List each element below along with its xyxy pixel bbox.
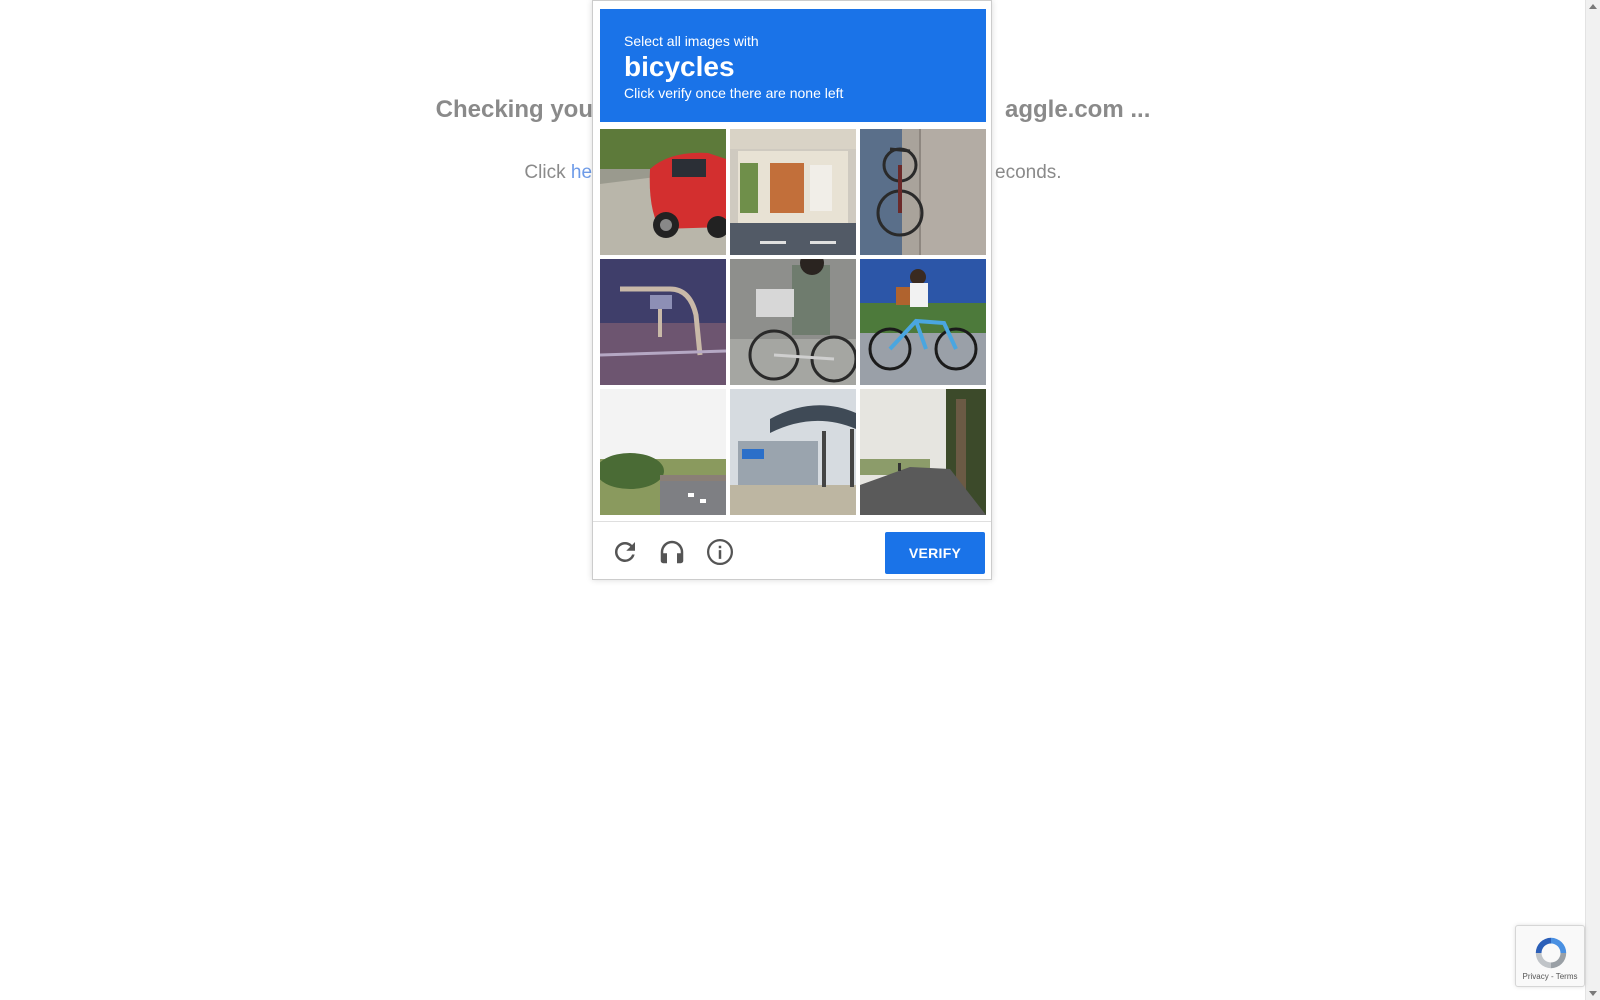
target-keyword: bicycles (624, 51, 735, 82)
recaptcha-logo-icon (1535, 937, 1567, 969)
recaptcha-badge[interactable]: Privacy - Terms (1515, 925, 1585, 987)
instruction-text: Select all images with (624, 33, 759, 49)
scroll-down-arrow-icon[interactable] (1589, 991, 1597, 996)
reload-icon (614, 542, 635, 562)
image-tile-bus-stop[interactable] (730, 389, 856, 515)
image-tile-car[interactable] (600, 129, 726, 255)
help-button[interactable] (703, 535, 737, 569)
privacy-terms-links[interactable]: Privacy - Terms (1516, 972, 1584, 981)
challenge-instructions: Select all images with bicycles Click ve… (600, 9, 986, 122)
image-tile-path[interactable] (860, 389, 986, 515)
scroll-up-arrow-icon[interactable] (1589, 4, 1597, 9)
image-tile-cyclist-basket[interactable] (730, 259, 856, 385)
recaptcha-challenge: Select all images with bicycles Click ve… (592, 0, 992, 580)
image-tile-highway[interactable] (600, 389, 726, 515)
footer-divider (593, 521, 991, 522)
image-tile-building[interactable] (730, 129, 856, 255)
subtext-right: econds. (995, 162, 1062, 183)
subtext-left: Click (524, 162, 571, 183)
image-tile-bicycle-wall[interactable] (860, 129, 986, 255)
image-tile-blue-bicycle[interactable] (860, 259, 986, 385)
verify-button[interactable]: VERIFY (885, 532, 985, 574)
info-icon (707, 539, 733, 565)
reload-button[interactable] (608, 535, 642, 569)
audio-challenge-button[interactable] (655, 535, 689, 569)
image-tile-handlebar[interactable] (600, 259, 726, 385)
here-link[interactable]: he (571, 162, 592, 183)
vertical-scrollbar[interactable] (1585, 0, 1600, 1000)
heading-right: aggle.com ... (1004, 96, 1151, 123)
heading-left: Checking you (435, 96, 593, 123)
headphones-icon (660, 540, 684, 564)
image-grid (600, 129, 986, 515)
hint-text: Click verify once there are none left (624, 85, 844, 101)
